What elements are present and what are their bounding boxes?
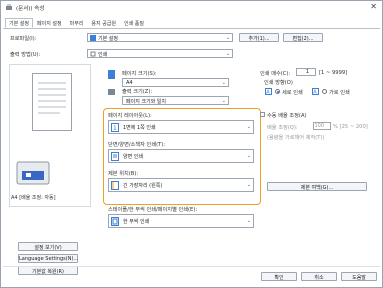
scale-input[interactable]: 100 (313, 122, 331, 130)
tab-divider (3, 28, 380, 29)
page-preview-icon (32, 73, 72, 131)
chevron-down-icon: ⌄ (246, 124, 251, 130)
landscape-label: 가로 인쇄 (329, 90, 350, 96)
cancel-button[interactable]: 취소 (301, 272, 337, 281)
output-size-label: 출력 크기(Z): (122, 89, 153, 95)
chevron-down-icon: ⌄ (225, 35, 230, 41)
portrait-icon: A (265, 88, 272, 95)
tab-page-setup[interactable]: 페이지 설정 (33, 18, 66, 28)
manual-scale-checkbox[interactable] (260, 112, 265, 117)
printer-preview-icon (16, 161, 50, 185)
duplex-select[interactable]: 양면 인쇄 ⌄ (108, 149, 254, 163)
profile-label: 프로파일(I): (10, 36, 37, 42)
help-button[interactable]: 도움말 (341, 272, 377, 281)
output-method-label: 출력 방법(U): (10, 52, 41, 58)
chevron-down-icon: ⌄ (246, 182, 251, 188)
manual-scale-label: 수동 배율 조정(A) (267, 113, 307, 119)
page-size-label: 페이지 크기(S): (122, 71, 157, 77)
print-icon (90, 51, 96, 57)
edit-profile-button[interactable]: 편집(2)... (283, 33, 323, 42)
page-layout-select[interactable]: 1 1면에 1쪽 인쇄 ⌄ (108, 120, 254, 134)
landscape-icon: A (312, 88, 319, 95)
language-settings-button[interactable]: Language Settings(N)... (18, 254, 78, 263)
printer-properties-window: (문서)) 속성 ✕ 기본 설정 페이지 설정 마무리 용지 공급원 인쇄 품질… (0, 0, 383, 288)
page-size-icon (108, 70, 115, 79)
booklet-note: (용량을 가로채어 제작(T)) (267, 135, 325, 141)
printer-icon (6, 4, 12, 10)
output-size-icon (108, 89, 115, 95)
tab-finishing[interactable]: 마무리 (66, 18, 88, 28)
svg-text:A: A (313, 90, 317, 95)
chevron-down-icon: ⌄ (246, 153, 251, 159)
staple-select[interactable]: 한 부씩 인쇄 ⌄ (108, 214, 254, 228)
scale-range: % [25 ~ 200] (333, 124, 368, 130)
binding-icon (111, 181, 119, 190)
chevron-down-icon: ⌄ (221, 98, 226, 104)
copies-range: [1 ~ 9999] (319, 70, 348, 76)
duplex-icon (111, 152, 119, 161)
footer-divider (3, 266, 380, 267)
chevron-down-icon: ⌄ (225, 51, 230, 57)
output-size-select[interactable]: 페이지 크기와 일치 ⌄ (122, 96, 229, 105)
title-bar: (문서)) 속성 ✕ (1, 1, 382, 14)
preview-caption: A4 [배율 조정: 자동] (11, 195, 56, 201)
binding-label: 제본 위치(B): (108, 171, 139, 177)
page-layout-label: 페이지 레이아웃(L): (108, 113, 152, 119)
add-profile-button[interactable]: 추가(1)... (239, 33, 279, 42)
binding-select[interactable]: 긴 가장자리 (왼쪽) ⌄ (108, 178, 254, 192)
copies-label: 인쇄 매수(C): (260, 71, 291, 77)
tab-paper-source[interactable]: 용지 공급원 (87, 18, 120, 28)
profile-icon (90, 35, 96, 41)
profile-select[interactable]: 기본 설정 ⌄ (87, 33, 233, 42)
close-icon[interactable]: ✕ (370, 2, 377, 11)
orientation-label: 인쇄 방향(O) (264, 80, 293, 86)
svg-text:A: A (266, 90, 270, 95)
output-method-select[interactable]: 인쇄 ⌄ (87, 49, 233, 58)
settings-view-button[interactable]: 설정 보기(V) (18, 242, 78, 251)
scale-label: 배율 조정(Q): (267, 125, 298, 131)
page-size-select[interactable]: A4 ⌄ (122, 78, 229, 87)
window-title: (문서)) 속성 (16, 6, 45, 12)
tab-basic-settings[interactable]: 기본 설정 (5, 18, 33, 28)
chevron-down-icon: ⌄ (221, 80, 226, 86)
ok-button[interactable]: 확인 (261, 272, 297, 281)
portrait-radio[interactable] (275, 89, 280, 94)
copies-input[interactable]: 1 (296, 68, 316, 76)
duplex-label: 단면/양면/소책자 인쇄(T): (108, 142, 166, 148)
svg-text:1: 1 (113, 125, 117, 132)
collate-icon (111, 217, 119, 226)
chevron-down-icon: ⌄ (246, 218, 251, 224)
page-layout-icon: 1 (111, 123, 119, 132)
restore-defaults-button[interactable]: 기본값 복원(R) (18, 266, 78, 275)
binding-margin-button[interactable]: 제본 여백(G)... (267, 182, 367, 191)
landscape-radio[interactable] (322, 89, 327, 94)
staple-label: 스테이플/한 부씩 인쇄/페이지별 인쇄(E): (108, 207, 198, 213)
preview-panel (9, 64, 91, 207)
portrait-label: 세로 인쇄 (282, 90, 303, 96)
tab-print-quality[interactable]: 인쇄 품질 (120, 18, 148, 28)
